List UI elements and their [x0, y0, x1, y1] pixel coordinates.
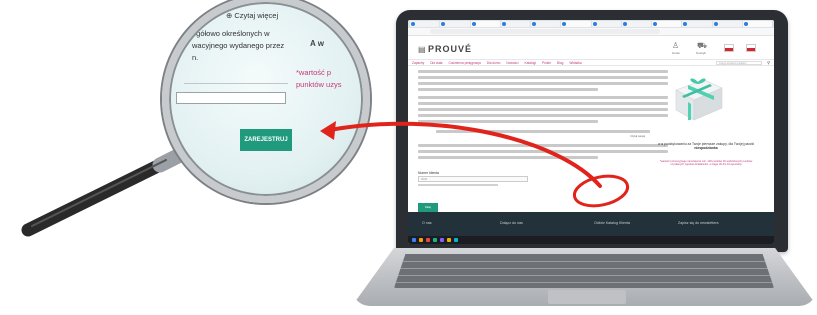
- zoomed-note: *wartość p: [296, 68, 332, 77]
- browser-tab[interactable]: [440, 21, 470, 27]
- app-icon[interactable]: [440, 238, 444, 242]
- browser-tab[interactable]: [742, 21, 772, 27]
- laptop-trackpad: [548, 290, 626, 304]
- footer-link[interactable]: Odbiór Katalog Klienta: [594, 221, 630, 225]
- footer-link[interactable]: Zapisz się do newslettera: [678, 221, 719, 225]
- site-nav: Zapachy Dla ciała Codzienna pielęgnacja …: [408, 59, 774, 66]
- app-icon[interactable]: [454, 238, 458, 242]
- laptop-keyboard: [394, 254, 774, 288]
- browser-tab[interactable]: [561, 21, 591, 27]
- site-header: ▤ PROUVÉ ♙ Konto ⛟ Koszyk: [408, 37, 774, 59]
- zoomed-text: wacyjnego wydanego przez: [192, 41, 285, 50]
- os-taskbar: [408, 236, 774, 244]
- app-icon[interactable]: [426, 238, 430, 242]
- cart-label: Koszyk: [696, 51, 706, 55]
- browser-tab-bar: [408, 20, 774, 28]
- browser-address-bar: [408, 28, 774, 36]
- site-search-input[interactable]: Czego szukasz produktu: [716, 61, 762, 65]
- footer-link[interactable]: Dołącz do nas: [500, 221, 523, 225]
- gift-box-icon: [675, 78, 723, 121]
- nav-item[interactable]: Zapachy: [412, 61, 424, 65]
- cart-icon[interactable]: ⛟: [697, 41, 707, 51]
- zoomed-divider: [184, 83, 288, 84]
- windows-icon[interactable]: [412, 238, 416, 242]
- promo-illustration: ▤ PROUVÉ ♙ Konto ⛟ Koszyk Zapachy Dla ci…: [0, 0, 817, 315]
- zoomed-input: [176, 92, 286, 104]
- laptop-screen: ▤ PROUVÉ ♙ Konto ⛟ Koszyk Zapachy Dla ci…: [408, 20, 774, 244]
- magnifier-lens: ⊕ Czytaj więcej egółowo określonych w wa…: [170, 3, 362, 195]
- nav-item[interactable]: Blog: [557, 61, 563, 65]
- url-field[interactable]: [430, 29, 660, 34]
- nav-item[interactable]: Nowości: [506, 61, 518, 65]
- account-label: Konto: [672, 51, 680, 55]
- nav-item[interactable]: Dla domu: [487, 61, 501, 65]
- promo-text: a w podziękowaniu za Twoje pierwsze zaku…: [657, 142, 755, 151]
- read-more-link[interactable]: Czytaj więcej: [630, 135, 645, 138]
- browser-tab[interactable]: [410, 21, 440, 27]
- nav-item[interactable]: Wkładka: [569, 61, 581, 65]
- nav-item[interactable]: Prokie: [542, 61, 551, 65]
- browser-tab[interactable]: [652, 21, 682, 27]
- zoomed-register-button: ZAREJESTRUJ: [240, 129, 292, 151]
- user-icon[interactable]: ♙: [672, 41, 679, 50]
- zoomed-text: egółowo określonych w: [192, 29, 270, 38]
- zoomed-heading: A w: [310, 39, 324, 48]
- logo-icon: ▤: [418, 45, 426, 54]
- zoomed-text: n.: [192, 53, 199, 62]
- browser-tab[interactable]: [682, 21, 712, 27]
- footer-link[interactable]: O nas: [422, 221, 432, 225]
- app-icon[interactable]: [447, 238, 451, 242]
- nav-item[interactable]: Codzienna pielęgnacja: [448, 61, 480, 65]
- form-hint: [418, 184, 498, 186]
- next-button[interactable]: Dalej: [418, 203, 438, 212]
- browser-tab[interactable]: [621, 21, 651, 27]
- site-footer: O nas Dołącz do nas Odbiór Katalog Klien…: [408, 212, 774, 236]
- nav-item[interactable]: Dla ciała: [430, 61, 442, 65]
- zoomed-note: punktów uzys: [296, 80, 342, 89]
- browser-tab[interactable]: [591, 21, 621, 27]
- registration-content: Czytaj więcej Numer klienta 0000 Dalej Z…: [418, 70, 668, 240]
- customer-number-input[interactable]: 0000: [418, 176, 528, 182]
- folder-icon[interactable]: [419, 238, 423, 242]
- flag-pl-icon[interactable]: [746, 44, 756, 52]
- site-logo[interactable]: PROUVÉ: [428, 44, 472, 54]
- form-label: Numer klienta: [418, 171, 439, 175]
- flag-pl-icon[interactable]: [724, 44, 734, 52]
- browser-tab[interactable]: [712, 21, 742, 27]
- promo-note: *wartość promocyjnego zamówienia min. 13…: [659, 160, 753, 167]
- app-icon[interactable]: [433, 238, 437, 242]
- browser-tab[interactable]: [531, 21, 561, 27]
- nav-item[interactable]: Katalogi: [524, 61, 536, 65]
- promo-side-panel: a w podziękowaniu za Twoje pierwsze zaku…: [646, 66, 766, 206]
- search-icon[interactable]: ⚲: [767, 60, 770, 65]
- browser-tab[interactable]: [470, 21, 500, 27]
- browser-tab[interactable]: [500, 21, 530, 27]
- read-more-link-zoomed: ⊕ Czytaj więcej: [226, 11, 279, 20]
